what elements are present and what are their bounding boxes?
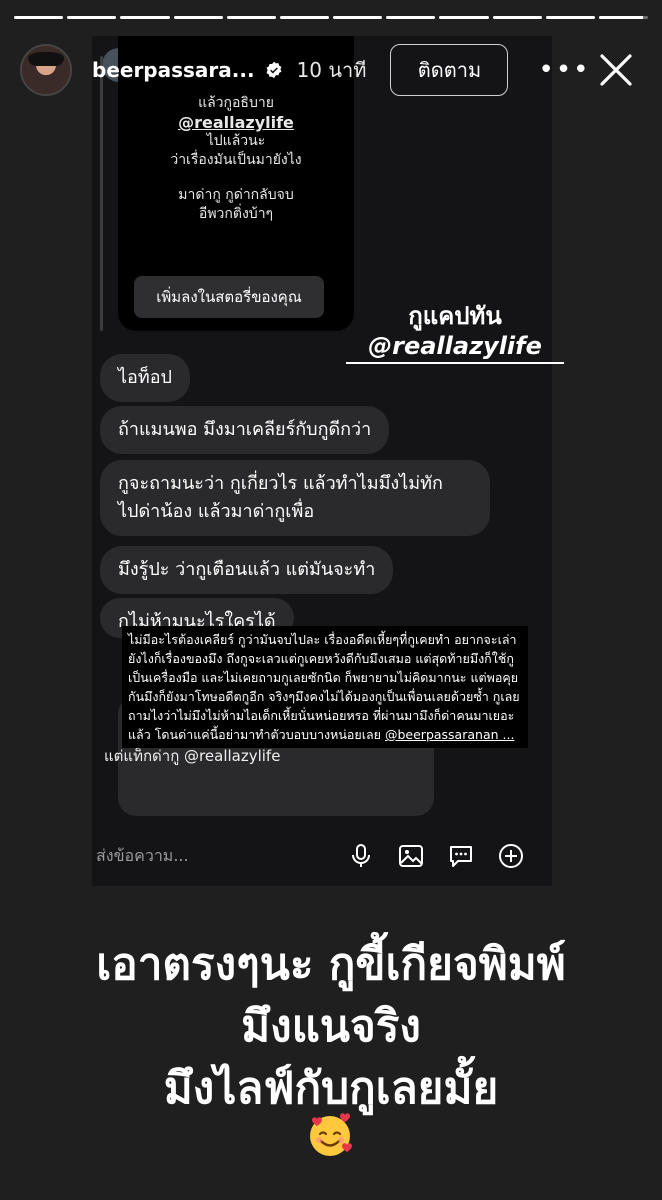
smiling-face-with-hearts-icon bbox=[310, 1113, 352, 1156]
progress-segment bbox=[386, 16, 436, 19]
username[interactable]: beerpassara... bbox=[92, 58, 255, 82]
progress-segment bbox=[598, 16, 649, 19]
message-bubble: ถ้าแมนพอ มึงมาเคลียร์กับกูดีกว่า bbox=[100, 406, 390, 454]
progress-segment bbox=[439, 16, 489, 19]
story-card-line: มาด่ากู กูด่ากลับจบ bbox=[178, 187, 294, 203]
story-card-text: แล้วกูอธิบาย @reallazylife ไปแล้วนะ ว่าเ… bbox=[118, 94, 354, 224]
sticker-chat-icon[interactable] bbox=[448, 843, 474, 869]
verified-badge-icon bbox=[266, 61, 282, 79]
message-bubble: กูจะถามนะว่า กูเกี่ยวไร แล้วทำไมมึงไม่ทั… bbox=[100, 460, 490, 536]
microphone-icon[interactable] bbox=[348, 843, 374, 869]
caption-line: เอาตรงๆนะ กูขี้เกียจพิมพ์ bbox=[96, 939, 566, 990]
progress-segment bbox=[120, 16, 170, 19]
sticker-text: กูแคปทัน bbox=[408, 302, 502, 330]
gallery-icon[interactable] bbox=[398, 843, 424, 869]
progress-segment bbox=[14, 16, 64, 19]
add-to-story-button[interactable]: เพิ่มลงในสตอรี่ของคุณ bbox=[134, 276, 324, 318]
close-icon[interactable] bbox=[598, 52, 634, 88]
overlay-text: ไม่มีอะไรต้องเคลียร์ กูว่ามันจบไปละ เรื่… bbox=[128, 632, 520, 742]
story-caption: เอาตรงๆนะ กูขี้เกียจพิมพ์ มึงแนจริง มึงไ… bbox=[0, 934, 662, 1120]
progress-segment bbox=[279, 16, 330, 19]
story-card-line: ว่าเรื่องมันเป็นมายังไง bbox=[170, 152, 302, 168]
story-card-line: อีพวกติ่งบ้าๆ bbox=[198, 206, 274, 222]
add-icon[interactable] bbox=[498, 843, 524, 869]
message-input[interactable]: ส่งข้อความ... bbox=[96, 844, 324, 869]
quoted-caption-overlay: ไม่มีอะไรต้องเคลียร์ กูว่ามันจบไปละ เรื่… bbox=[122, 626, 528, 748]
avatar[interactable] bbox=[20, 44, 72, 96]
progress-segment bbox=[173, 16, 223, 19]
progress-segment bbox=[545, 16, 595, 19]
story-card-mention: @reallazylife bbox=[178, 113, 294, 132]
message-bubble: ไอท็อป bbox=[100, 354, 190, 402]
post-time: 10 นาที bbox=[296, 58, 367, 82]
progress-segment bbox=[333, 16, 383, 19]
message-input-row: ส่งข้อความ... bbox=[92, 836, 552, 876]
story-progress bbox=[14, 16, 649, 19]
overlay-mention[interactable]: @beerpassaranan ... bbox=[385, 727, 514, 742]
progress-segment bbox=[67, 16, 117, 19]
follow-button[interactable]: ติดตาม bbox=[390, 44, 509, 96]
story-card-line: ไปแล้วนะ bbox=[206, 133, 266, 149]
story-header: beerpassara... 10 นาที ติดตาม ••• bbox=[20, 40, 648, 100]
progress-segment bbox=[226, 16, 276, 19]
more-icon[interactable]: ••• bbox=[538, 57, 588, 83]
message-bubble: มึงรู้ปะ ว่ากูเตือนแล้ว แต่มันจะทำ bbox=[100, 546, 394, 594]
progress-segment bbox=[492, 16, 542, 19]
caption-line: มึงแนจริง bbox=[241, 1001, 421, 1052]
mention-sticker[interactable]: @reallazylife bbox=[346, 332, 564, 364]
